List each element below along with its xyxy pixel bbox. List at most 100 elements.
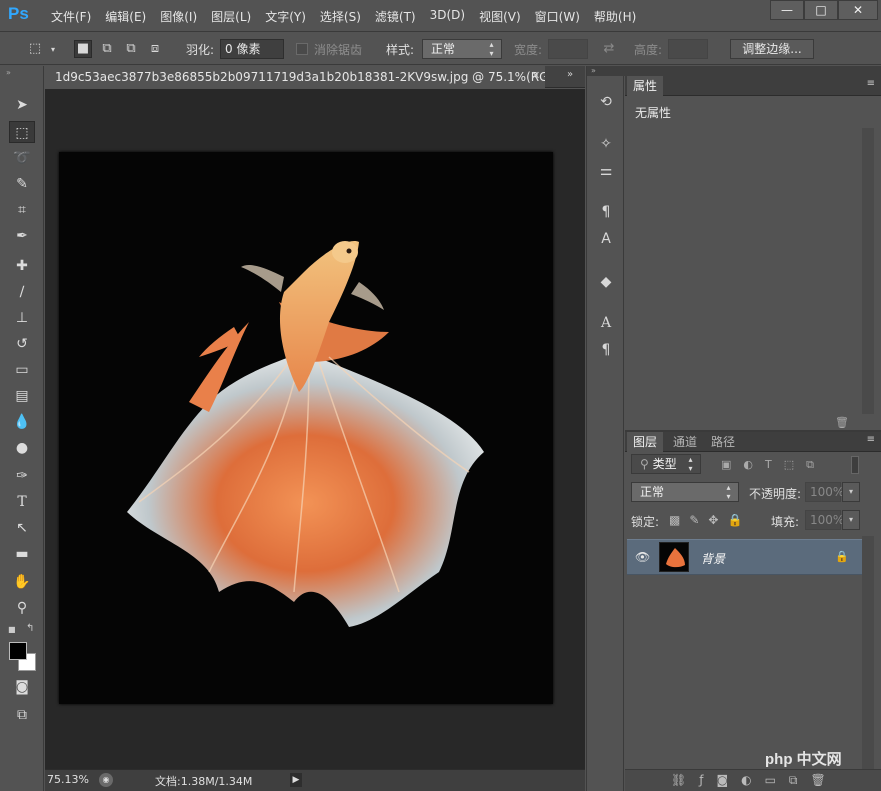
layer-actions-icons[interactable]: ⛓ƒ◙◐▭⧉🗑 bbox=[671, 773, 839, 788]
panel-menu-icon[interactable]: ≡ bbox=[867, 78, 875, 89]
menu-view[interactable]: 视图(V) bbox=[472, 8, 528, 25]
gradient-tool-icon[interactable]: ▤ bbox=[9, 385, 35, 407]
eyedropper-tool-icon[interactable]: ✒ bbox=[9, 225, 35, 247]
type-tool-icon[interactable]: T bbox=[9, 491, 35, 513]
layer-name[interactable]: 背景 bbox=[701, 550, 725, 567]
document-size: 文档:1.38M/1.34M bbox=[155, 775, 253, 788]
lock-icons[interactable]: ▩✎✥🔒 bbox=[669, 513, 751, 527]
healing-brush-tool-icon[interactable]: ✚ bbox=[9, 255, 35, 277]
properties-tabs: 属性 ≡ bbox=[625, 76, 881, 96]
document-tab[interactable]: 1d9c53aec3877b3e86855b2b09711719d3a1b20b… bbox=[45, 66, 545, 88]
quick-mask-icon[interactable]: ◙ bbox=[9, 676, 35, 698]
maximize-button[interactable]: □ bbox=[804, 0, 838, 20]
swap-icon[interactable]: ⇄ bbox=[600, 41, 618, 57]
more-tabs-icon[interactable]: » bbox=[567, 69, 573, 80]
menu-select[interactable]: 选择(S) bbox=[313, 8, 368, 25]
path-selection-tool-icon[interactable]: ↖ bbox=[9, 517, 35, 539]
hand-tool-icon[interactable]: ✋ bbox=[9, 571, 35, 593]
fill-label: 填充: bbox=[771, 515, 800, 529]
clone-stamp-tool-icon[interactable]: ⊥ bbox=[9, 307, 35, 329]
blur-tool-icon[interactable]: 💧 bbox=[9, 411, 35, 433]
zoom-level[interactable]: 75.13% bbox=[47, 773, 89, 786]
menu-help[interactable]: 帮助(H) bbox=[587, 8, 643, 25]
add-selection-icon[interactable]: ⧉ bbox=[98, 41, 116, 57]
lock-icon: 🔒 bbox=[835, 550, 849, 563]
style-select[interactable]: 正常 bbox=[422, 39, 502, 59]
antialias-checkbox[interactable] bbox=[296, 43, 308, 55]
intersect-selection-icon[interactable]: ⧈ bbox=[146, 41, 164, 57]
close-button[interactable]: ✕ bbox=[838, 0, 878, 20]
refine-edge-button[interactable]: 调整边缘... bbox=[730, 39, 814, 59]
marquee-preset-icon[interactable]: ⬚ bbox=[26, 41, 44, 57]
properties-scrollbar[interactable] bbox=[862, 128, 874, 414]
adjustments-panel-icon[interactable]: ⚌ bbox=[596, 161, 616, 181]
share-icon[interactable]: ◉ bbox=[99, 773, 113, 787]
foreground-color-swatch[interactable] bbox=[9, 642, 27, 660]
dock-collapse-icon[interactable]: » bbox=[587, 66, 625, 76]
menu-layer[interactable]: 图层(L) bbox=[204, 8, 258, 25]
tab-layers[interactable]: 图层 bbox=[627, 432, 664, 452]
history-brush-tool-icon[interactable]: ↺ bbox=[9, 333, 35, 355]
delete-icon[interactable]: 🗑 bbox=[835, 416, 849, 429]
opacity-dropdown-icon[interactable]: ▾ bbox=[842, 482, 860, 502]
tab-channels[interactable]: 通道 bbox=[667, 432, 703, 452]
quick-selection-tool-icon[interactable]: ✎ bbox=[9, 173, 35, 195]
collapse-icon[interactable]: » bbox=[6, 68, 11, 77]
eraser-tool-icon[interactable]: ▭ bbox=[9, 359, 35, 381]
tab-properties[interactable]: 属性 bbox=[627, 76, 664, 96]
height-input[interactable] bbox=[668, 39, 708, 59]
opacity-input[interactable]: 100% bbox=[805, 482, 844, 502]
search-icon: ⚲ bbox=[640, 457, 653, 471]
properties-content: 无属性 bbox=[635, 106, 672, 120]
paragraph-styles-icon[interactable]: ¶ bbox=[596, 202, 616, 222]
feather-input[interactable]: 0 像素 bbox=[220, 39, 284, 59]
minimize-button[interactable]: — bbox=[770, 0, 804, 20]
layer-filter-icons[interactable]: ▣◐T⬚⧉ bbox=[721, 458, 826, 472]
menu-type[interactable]: 文字(Y) bbox=[258, 8, 313, 25]
menu-file[interactable]: 文件(F) bbox=[44, 8, 98, 25]
zoom-tool-icon[interactable]: ⚲ bbox=[9, 597, 35, 619]
default-colors-icon[interactable]: ■ bbox=[8, 625, 16, 634]
menu-window[interactable]: 窗口(W) bbox=[528, 8, 587, 25]
document-image[interactable] bbox=[59, 152, 553, 704]
rectangular-marquee-tool-icon[interactable]: ⬚ bbox=[9, 121, 35, 143]
rectangle-tool-icon[interactable]: ▬ bbox=[9, 543, 35, 565]
brush-panel-icon[interactable]: ✧ bbox=[596, 134, 616, 154]
new-selection-icon[interactable]: ■ bbox=[74, 40, 92, 58]
menu-3d[interactable]: 3D(D) bbox=[423, 8, 472, 25]
character-panel-icon[interactable]: A bbox=[596, 313, 616, 333]
history-panel-icon[interactable]: ⟲ bbox=[596, 92, 616, 112]
subtract-selection-icon[interactable]: ⧉ bbox=[122, 41, 140, 57]
lasso-tool-icon[interactable]: ➰ bbox=[9, 147, 35, 169]
blend-mode-select[interactable]: 正常 bbox=[631, 482, 739, 502]
width-input[interactable] bbox=[548, 39, 588, 59]
3d-panel-icon[interactable]: ◆ bbox=[596, 272, 616, 292]
filter-toggle[interactable] bbox=[851, 456, 859, 474]
brush-tool-icon[interactable]: ∕ bbox=[9, 281, 35, 303]
character-styles-icon[interactable]: A bbox=[596, 229, 616, 249]
pen-tool-icon[interactable]: ✑ bbox=[9, 465, 35, 487]
options-bar: ⬚ ▾ ■ ⧉ ⧉ ⧈ 羽化: 0 像素 消除锯齿 样式: 正常 宽度: ⇄ 高… bbox=[0, 33, 881, 65]
status-menu-arrow-icon[interactable]: ▶ bbox=[290, 773, 302, 787]
swap-colors-icon[interactable]: ↰ bbox=[26, 623, 34, 634]
close-tab-icon[interactable]: ✕ bbox=[531, 69, 540, 82]
menu-edit[interactable]: 编辑(E) bbox=[98, 8, 153, 25]
chevron-down-icon[interactable]: ▾ bbox=[48, 42, 58, 58]
crop-tool-icon[interactable]: ⌗ bbox=[9, 199, 35, 221]
menu-image[interactable]: 图像(I) bbox=[153, 8, 204, 25]
menu-filter[interactable]: 滤镜(T) bbox=[368, 8, 423, 25]
fill-dropdown-icon[interactable]: ▾ bbox=[842, 510, 860, 530]
layer-row[interactable]: 👁 背景 🔒 bbox=[627, 539, 862, 575]
fill-input[interactable]: 100% bbox=[805, 510, 844, 530]
layer-filter-select[interactable]: ⚲ 类型 bbox=[631, 454, 701, 474]
right-panels: 属性 ≡ 无属性 🗑 图层 通道 路径 ≡ ⚲ 类型 ▣◐T⬚⧉ 正常 不透明度… bbox=[625, 66, 881, 791]
layers-scrollbar[interactable] bbox=[862, 536, 874, 769]
layers-panel-menu-icon[interactable]: ≡ bbox=[867, 434, 875, 445]
paragraph-panel-icon[interactable]: ¶ bbox=[596, 340, 616, 360]
tab-paths[interactable]: 路径 bbox=[705, 432, 741, 452]
layer-thumbnail bbox=[659, 542, 689, 572]
dodge-tool-icon[interactable]: ● bbox=[9, 437, 35, 459]
screen-mode-icon[interactable]: ⧉ bbox=[9, 704, 35, 726]
eye-icon[interactable]: 👁 bbox=[635, 550, 650, 564]
move-tool-icon[interactable]: ➤ bbox=[9, 94, 35, 116]
